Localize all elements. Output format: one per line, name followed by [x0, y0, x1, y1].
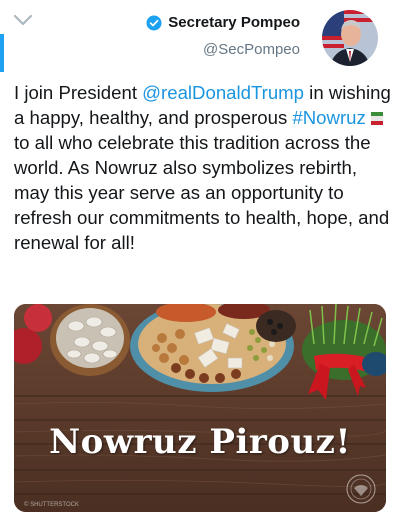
- mention-link[interactable]: @realDonaldTrump: [142, 82, 304, 103]
- display-name[interactable]: Secretary Pompeo: [168, 14, 300, 31]
- avatar-image: [322, 10, 378, 66]
- image-watermark: © SHUTTERSTOCK: [24, 502, 79, 508]
- tweet-text-part-3: to all who celebrate this tradition acro…: [14, 132, 390, 253]
- verified-badge-icon: [146, 15, 162, 30]
- tweet-text-part-1: I join President: [14, 82, 143, 103]
- book-emoji-icon: [370, 112, 383, 125]
- tweet-header: Secretary Pompeo @SecPompeo: [30, 10, 390, 70]
- selection-accent-bar: [0, 34, 4, 72]
- banner-text: Nowruz Pirouz!: [49, 422, 351, 462]
- name-row[interactable]: Secretary Pompeo: [146, 14, 300, 31]
- hashtag-link[interactable]: #Nowruz: [292, 107, 365, 128]
- tweet-media-image[interactable]: Nowruz Pirouz! © SHUTTERSTOCK: [14, 304, 386, 512]
- avatar[interactable]: [322, 10, 378, 66]
- user-handle[interactable]: @SecPompeo: [203, 41, 300, 58]
- nowruz-table-illustration: [14, 304, 386, 512]
- state-department-seal-icon: [346, 474, 376, 504]
- tweet-text: I join President @realDonaldTrump in wis…: [14, 80, 392, 255]
